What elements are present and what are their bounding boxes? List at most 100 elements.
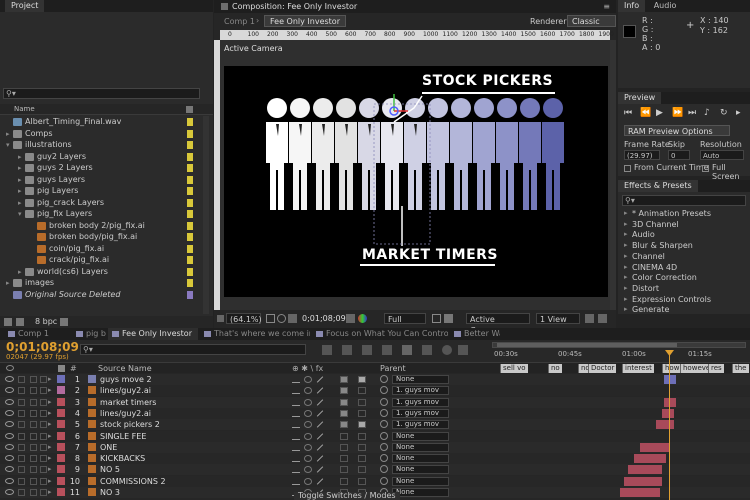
- composition-viewer[interactable]: Active Camera STOCK PICKERS MARKET TIMER…: [220, 40, 610, 310]
- 3d-layer-icon[interactable]: [358, 387, 366, 395]
- shy-layers-icon[interactable]: [362, 345, 372, 355]
- layer-duration-bar[interactable]: [662, 408, 674, 418]
- audio-toggle-icon[interactable]: [18, 409, 25, 417]
- toggle-switches-modes-button[interactable]: Toggle Switches / Modes: [294, 492, 400, 500]
- lock-icon[interactable]: [40, 466, 47, 474]
- project-item[interactable]: ▸ guy2 Layers: [0, 151, 210, 163]
- effects-category[interactable]: ▸ Distort: [620, 283, 750, 294]
- shy-switch-icon[interactable]: [292, 433, 300, 440]
- fx-switch-icon[interactable]: [340, 421, 348, 429]
- visibility-eye-icon[interactable]: [5, 432, 14, 439]
- effects-category[interactable]: ▸ Expression Controls: [620, 294, 750, 305]
- audio-toggle-icon[interactable]: [18, 489, 25, 496]
- source-name-header[interactable]: Source Name: [98, 364, 152, 373]
- motion-blur-icon[interactable]: [402, 345, 412, 355]
- twirl-closed-icon[interactable]: ▸: [18, 266, 22, 278]
- collapse-switch-icon[interactable]: [304, 455, 312, 463]
- lock-icon[interactable]: [40, 432, 47, 440]
- visibility-eye-icon[interactable]: [5, 489, 14, 495]
- from-current-time-checkbox[interactable]: [624, 165, 631, 172]
- audio-toggle-icon[interactable]: [18, 466, 25, 474]
- audio-icon[interactable]: ♪: [704, 108, 710, 118]
- effects-category[interactable]: ▸ Blur & Sharpen: [620, 240, 750, 251]
- 3d-layer-icon[interactable]: [358, 432, 366, 440]
- parent-select[interactable]: None: [392, 431, 449, 441]
- label-color-swatch[interactable]: [187, 267, 193, 276]
- shy-switch-icon[interactable]: [292, 421, 300, 429]
- graph-editor-icon[interactable]: [422, 345, 432, 355]
- twirl-closed-icon[interactable]: ▸: [48, 476, 52, 487]
- ram-preview-icon[interactable]: ▸: [736, 108, 741, 118]
- visibility-eye-icon[interactable]: [5, 477, 14, 484]
- 3d-layer-icon[interactable]: [358, 398, 366, 406]
- project-item[interactable]: Original Source Deleted: [0, 289, 210, 301]
- project-item[interactable]: ▾ illustrations: [0, 139, 210, 151]
- solo-icon[interactable]: [30, 398, 37, 406]
- tab-audio[interactable]: Audio: [648, 0, 683, 12]
- label-color-box[interactable]: [57, 397, 65, 406]
- label-color-box[interactable]: [57, 454, 65, 463]
- 3d-layer-icon[interactable]: [358, 455, 366, 463]
- collapse-switch-icon[interactable]: [304, 387, 312, 395]
- timeline-tab[interactable]: pig break: [72, 328, 106, 340]
- safe-zones-icon[interactable]: [266, 314, 275, 323]
- visibility-eye-icon[interactable]: [5, 455, 14, 462]
- fx-switch-icon[interactable]: [340, 398, 348, 406]
- twirl-closed-icon[interactable]: ▸: [48, 408, 52, 419]
- comp-marker[interactable]: res: [708, 364, 724, 373]
- timeline-tab[interactable]: Focus on What You Can Control: [312, 328, 448, 340]
- quality-switch-icon[interactable]: [316, 432, 324, 440]
- layer-row[interactable]: ▸ 8 KICKBACKS None: [0, 453, 750, 465]
- region-of-interest-icon[interactable]: [432, 314, 441, 323]
- loop-icon[interactable]: ↻: [720, 108, 728, 118]
- parent-pickwhip-icon[interactable]: [380, 386, 388, 395]
- label-color-swatch[interactable]: [187, 164, 193, 172]
- effects-category[interactable]: ▸ Audio: [620, 229, 750, 240]
- first-frame-icon[interactable]: ⏮: [624, 108, 632, 118]
- layer-duration-bar[interactable]: [640, 442, 670, 452]
- new-folder-icon[interactable]: [16, 318, 24, 326]
- layer-row[interactable]: ▸ 9 NO 5 None: [0, 464, 750, 476]
- fx-switch-icon[interactable]: [340, 376, 348, 383]
- shy-switch-icon[interactable]: [292, 376, 300, 383]
- audio-toggle-icon[interactable]: [18, 432, 25, 440]
- label-color-box[interactable]: [57, 465, 65, 474]
- current-time-indicator[interactable]: [669, 352, 670, 500]
- parent-pickwhip-icon[interactable]: [380, 420, 388, 429]
- last-frame-icon[interactable]: ⏭: [688, 108, 696, 118]
- timeline-tab[interactable]: Comp 1: [4, 328, 68, 340]
- collapse-switch-icon[interactable]: [304, 477, 312, 485]
- visibility-eye-icon[interactable]: [5, 443, 14, 450]
- quality-switch-icon[interactable]: [316, 455, 324, 462]
- draft-3d-icon[interactable]: [342, 345, 352, 355]
- layer-duration-bar[interactable]: [624, 476, 662, 486]
- next-frame-icon[interactable]: ⏩: [672, 108, 683, 118]
- twirl-closed-icon[interactable]: ▸: [6, 128, 10, 140]
- label-color-swatch[interactable]: [187, 290, 193, 299]
- camera-snapshot-icon[interactable]: [288, 314, 297, 323]
- parent-pickwhip-icon[interactable]: [380, 408, 388, 417]
- audio-toggle-icon[interactable]: [18, 421, 25, 429]
- layer-row[interactable]: ▸ 7 ONE None: [0, 441, 750, 453]
- layer-row[interactable]: ▸ 5 stock pickers 2 1. guys mov: [0, 419, 750, 431]
- label-color-box[interactable]: [57, 420, 65, 429]
- parent-pickwhip-icon[interactable]: [380, 375, 388, 383]
- comp-flowchart-tab-comp1[interactable]: Comp 1: [224, 17, 255, 26]
- twirl-closed-icon[interactable]: ▸: [18, 185, 22, 197]
- project-item[interactable]: crack/pig_fix.ai: [0, 254, 210, 266]
- shy-switch-icon[interactable]: [292, 466, 300, 474]
- label-color-swatch[interactable]: [187, 141, 193, 149]
- label-color-swatch[interactable]: [187, 279, 193, 287]
- 3d-layer-icon[interactable]: [358, 409, 366, 417]
- project-item[interactable]: ▸ guys Layers: [0, 174, 210, 186]
- label-color-box[interactable]: [57, 431, 65, 440]
- resolution-select[interactable]: Full: [384, 313, 426, 324]
- quality-switch-icon[interactable]: [316, 398, 324, 406]
- visibility-eye-icon[interactable]: [5, 466, 14, 473]
- parent-select[interactable]: 1. guys mov: [392, 386, 449, 396]
- shy-switch-icon[interactable]: [292, 387, 300, 395]
- label-color-box[interactable]: [57, 476, 65, 485]
- parent-pickwhip-icon[interactable]: [380, 454, 388, 463]
- ram-preview-options-select[interactable]: RAM Preview Options: [624, 125, 730, 136]
- quality-switch-icon[interactable]: [316, 421, 324, 428]
